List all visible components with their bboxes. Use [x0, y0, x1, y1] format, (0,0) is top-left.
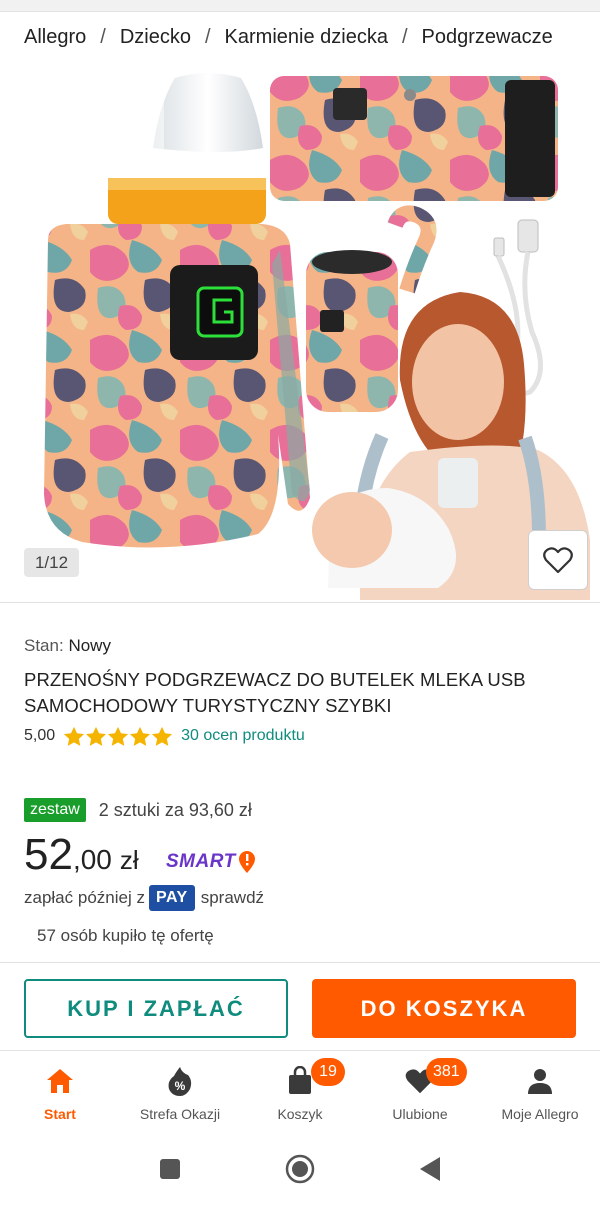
status-bar-strip [0, 0, 600, 12]
price-integer: 52 [24, 830, 73, 879]
star-icon [130, 726, 151, 746]
system-navigation-bar [0, 1132, 600, 1206]
breadcrumb-item-allegro[interactable]: Allegro [24, 26, 86, 49]
nav-item-koszyk[interactable]: 19 Koszyk [240, 1052, 360, 1132]
bought-count: 57 osób kupiło tę ofertę [37, 926, 214, 945]
breadcrumb: Allegro / Dziecko / Karmienie dziecka / … [24, 22, 600, 52]
breadcrumb-separator: / [100, 25, 106, 48]
rating-stars [63, 726, 173, 747]
discount-icon: % [165, 1066, 195, 1096]
nav-item-start[interactable]: Start [0, 1052, 120, 1132]
smart-label: SMART [166, 851, 236, 872]
set-offer[interactable]: zestaw 2 sztuki za 93,60 zł [24, 797, 252, 823]
product-photo [0, 60, 600, 600]
breadcrumb-item-karmienie[interactable]: Karmienie dziecka [225, 26, 388, 49]
condition-value: Nowy [68, 636, 111, 655]
nav-item-moje-allegro[interactable]: Moje Allegro [480, 1052, 600, 1132]
add-to-cart-button[interactable]: DO KOSZYKA [312, 979, 576, 1038]
smart-pin-icon [238, 851, 255, 873]
star-icon [152, 726, 173, 746]
pay-later-prefix: zapłać później z [24, 888, 145, 907]
product-image-gallery[interactable] [0, 60, 600, 600]
divider [0, 1050, 600, 1051]
divider [0, 962, 600, 963]
star-icon [108, 726, 129, 746]
user-icon [525, 1066, 555, 1096]
nav-label: Koszyk [277, 1106, 323, 1122]
bottom-navigation: Start % Strefa Okazji 19 Koszyk 381 Ulub… [0, 1052, 600, 1132]
price: 52,00 zł [24, 830, 139, 886]
star-icon [86, 726, 107, 746]
breadcrumb-item-dziecko[interactable]: Dziecko [120, 26, 191, 49]
cart-count-badge: 19 [311, 1058, 345, 1086]
smart-badge[interactable]: SMART [166, 850, 257, 874]
star-icon [64, 726, 85, 746]
pay-later-check-link[interactable]: sprawdź [201, 888, 264, 908]
divider [0, 602, 600, 603]
price-currency: zł [119, 845, 139, 875]
nav-label: Strefa Okazji [139, 1106, 221, 1122]
svg-text:%: % [175, 1079, 186, 1093]
set-offer-text: 2 sztuki za 93,60 zł [98, 799, 252, 820]
nav-item-strefa-okazji[interactable]: % Strefa Okazji [120, 1052, 240, 1132]
product-condition: Stan: Nowy [24, 636, 111, 656]
rating-score: 5,00 [24, 727, 56, 744]
nav-label: Start [44, 1106, 76, 1122]
nav-item-ulubione[interactable]: 381 Ulubione [360, 1052, 480, 1132]
product-rating[interactable]: 5,00 30 ocen produktu [24, 724, 305, 748]
breadcrumb-item-podgrzewacze[interactable]: Podgrzewacze [422, 26, 553, 49]
allegro-pay-badge: PAY [148, 885, 195, 911]
home-button-icon[interactable] [285, 1154, 315, 1184]
home-icon [45, 1066, 75, 1096]
condition-label: Stan: [24, 636, 64, 655]
recent-apps-icon[interactable] [155, 1154, 185, 1184]
price-decimal: ,00 [72, 844, 112, 875]
product-title: PRZENOŚNY PODGRZEWACZ DO BUTELEK MLEKA U… [24, 669, 526, 716]
add-to-favorites-button[interactable] [528, 530, 588, 590]
breadcrumb-separator: / [401, 25, 408, 48]
favorites-count-badge: 381 [426, 1058, 467, 1086]
set-badge: zestaw [24, 798, 86, 822]
breadcrumb-separator: / [204, 25, 211, 48]
pay-later[interactable]: zapłać później z PAY sprawdź [24, 884, 264, 912]
back-icon[interactable] [415, 1154, 445, 1184]
buy-now-button[interactable]: KUP I ZAPŁAĆ [24, 979, 288, 1038]
nav-label: Moje Allegro [501, 1106, 579, 1122]
rating-count-link[interactable]: 30 ocen produktu [181, 727, 305, 745]
gallery-counter: 1/12 [24, 548, 79, 577]
nav-label: Ulubione [392, 1106, 448, 1122]
heart-outline-icon [543, 547, 573, 574]
